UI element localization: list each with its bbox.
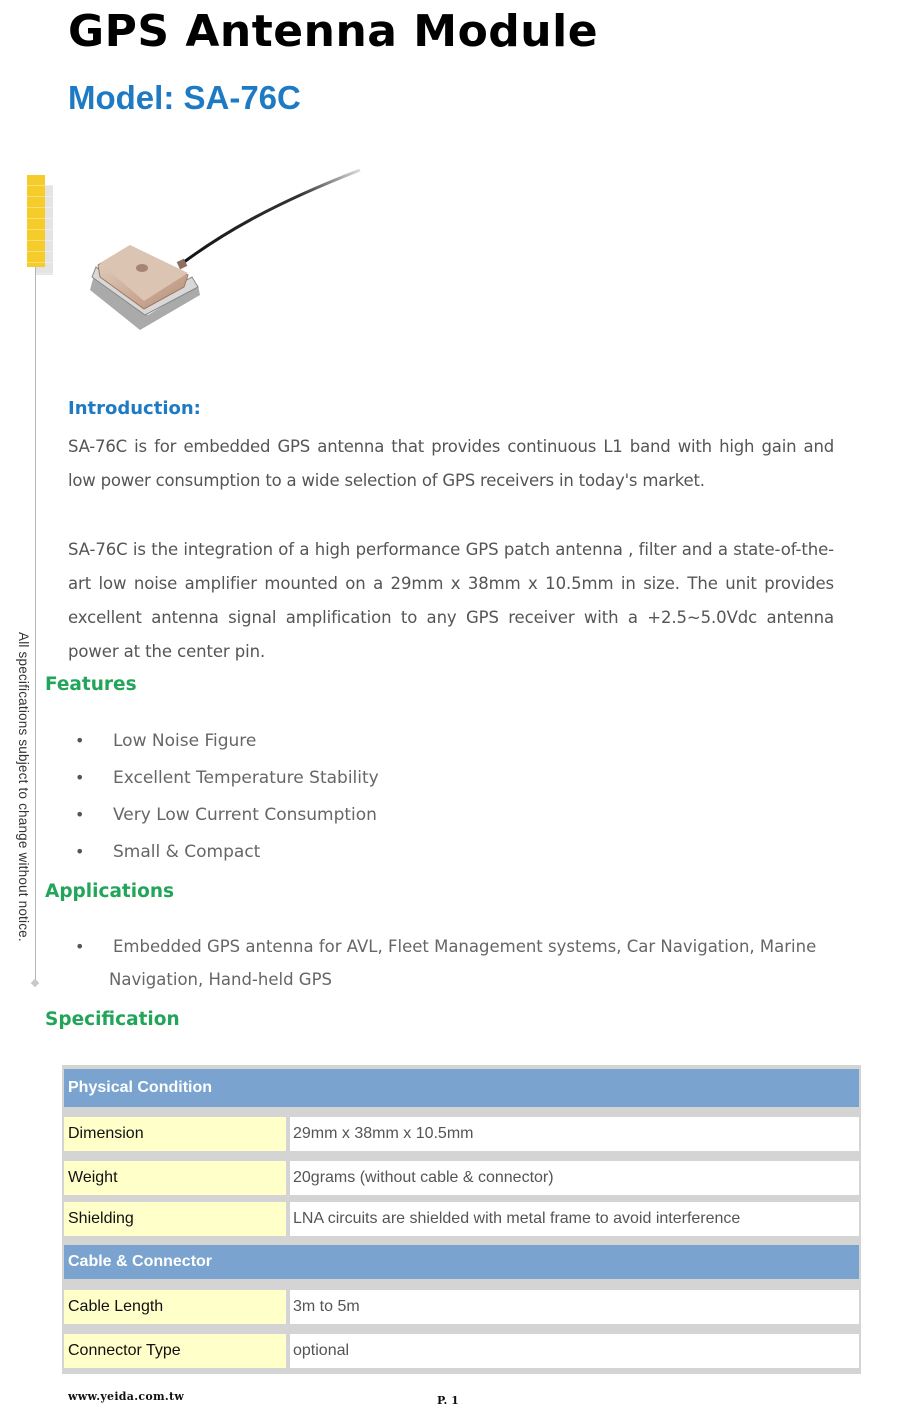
application-text-line1: Embedded GPS antenna for AVL, Fleet Mana…: [113, 937, 817, 956]
application-text-line2: Navigation, Hand-held GPS: [109, 970, 333, 989]
specification-heading: Specification: [45, 1009, 180, 1030]
bullet-icon: •: [75, 937, 85, 956]
spec-label: Shielding: [64, 1202, 286, 1236]
footer-url: www.yeida.com.tw: [68, 1390, 185, 1403]
features-heading: Features: [45, 674, 137, 695]
introduction-heading: Introduction:: [68, 398, 201, 419]
antenna-center-pin: [136, 264, 148, 272]
disclaimer-note: All specifications subject to change wit…: [16, 632, 31, 942]
bullet-icon: •: [75, 731, 85, 750]
bullet-icon: •: [75, 805, 85, 824]
bullet-icon: •: [75, 842, 85, 861]
spec-value: optional: [290, 1334, 859, 1368]
specification-table: Physical Condition Dimension 29mm x 38mm…: [62, 1065, 861, 1374]
page-title: GPS Antenna Module: [68, 6, 599, 57]
spec-label: Cable Length: [64, 1290, 286, 1324]
spec-value: 20grams (without cable & connector): [290, 1161, 859, 1195]
model-name: Model: SA-76C: [68, 79, 301, 116]
feature-item: • Excellent Temperature Stability: [68, 761, 379, 798]
side-divider-end: [30, 978, 40, 988]
table-row: Dimension 29mm x 38mm x 10.5mm: [64, 1117, 859, 1151]
application-item: • Embedded GPS antenna for AVL, Fleet Ma…: [68, 930, 838, 996]
feature-item: • Small & Compact: [68, 835, 379, 872]
table-section-header: Cable & Connector: [64, 1245, 859, 1279]
spec-value: 3m to 5m: [290, 1290, 859, 1324]
spec-value: LNA circuits are shielded with metal fra…: [290, 1202, 859, 1236]
spec-value: 29mm x 38mm x 10.5mm: [290, 1117, 859, 1151]
table-section-header: Physical Condition: [64, 1069, 859, 1107]
product-image: [90, 168, 361, 330]
spec-label: Dimension: [64, 1117, 286, 1151]
antenna-cable: [179, 168, 361, 267]
feature-item: • Low Noise Figure: [68, 724, 379, 761]
page-number: P. 1: [437, 1394, 459, 1407]
spec-label: Connector Type: [64, 1334, 286, 1368]
spec-label: Weight: [64, 1161, 286, 1195]
side-accent-lines: [27, 175, 53, 275]
bullet-icon: •: [75, 768, 85, 787]
features-list: • Low Noise Figure • Excellent Temperature…: [68, 724, 379, 872]
introduction-paragraph: SA-76C is for embedded GPS antenna that …: [68, 437, 834, 490]
table-row: Cable Length 3m to 5m: [64, 1290, 859, 1324]
feature-item: • Very Low Current Consumption: [68, 798, 379, 835]
table-row: Shielding LNA circuits are shielded with…: [64, 1202, 859, 1236]
introduction-paragraph: SA-76C is the integration of a high perf…: [68, 540, 834, 661]
table-row: Connector Type optional: [64, 1334, 859, 1368]
applications-heading: Applications: [45, 881, 175, 902]
side-divider-line: [35, 267, 36, 983]
table-row: Weight 20grams (without cable & connecto…: [64, 1161, 859, 1195]
